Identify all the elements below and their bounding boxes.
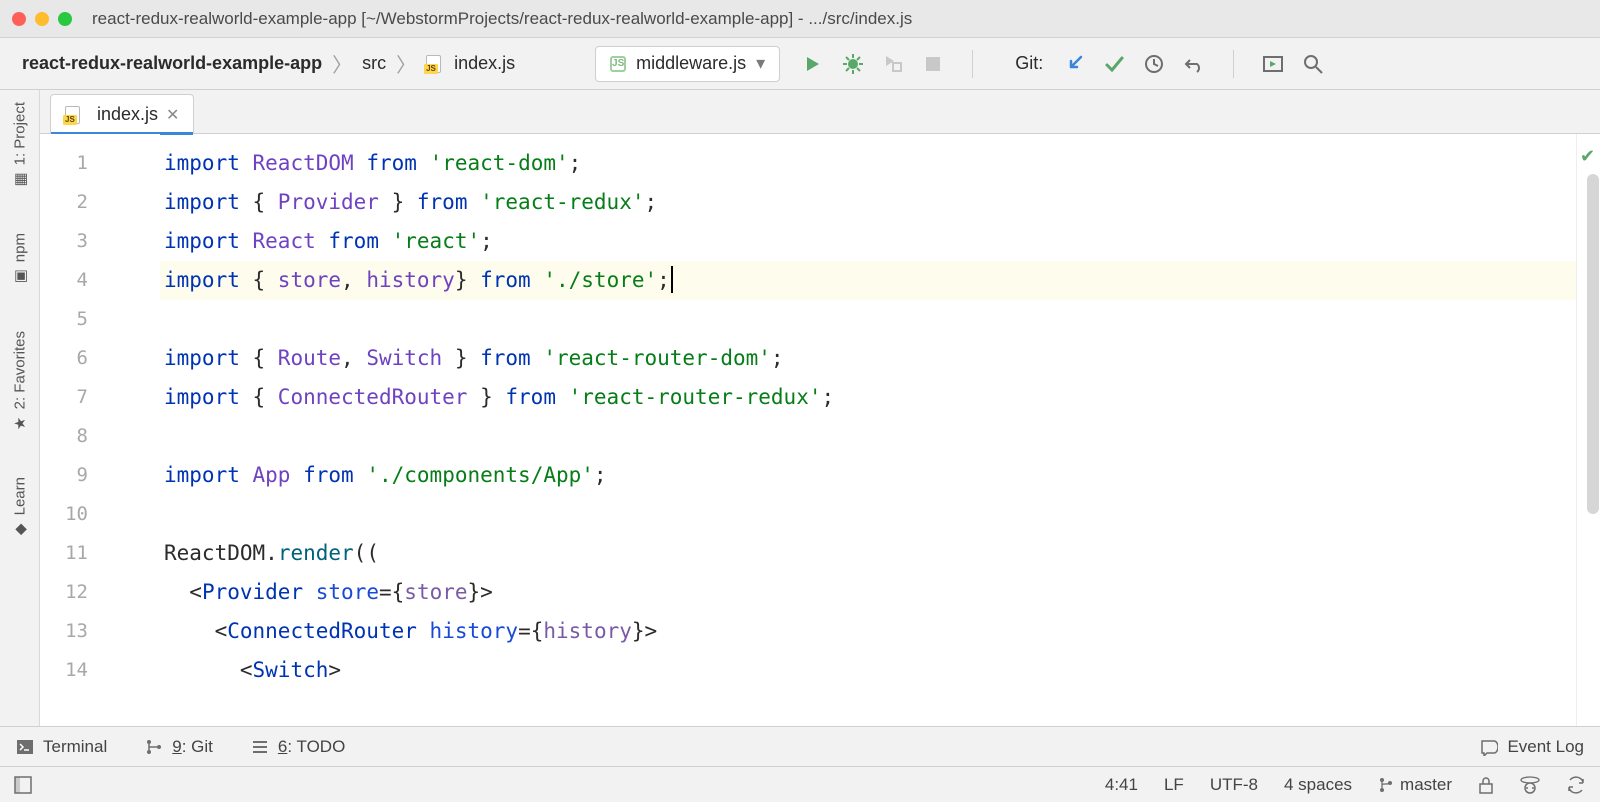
favorites-tool-button[interactable]: ★2: Favorites (11, 331, 29, 433)
nodejs-icon: JS (610, 56, 626, 72)
line-number[interactable]: 6 (40, 339, 160, 378)
git-branch-icon (145, 738, 163, 756)
close-window-button[interactable] (12, 12, 26, 26)
npm-tool-button[interactable]: ▣npm (11, 233, 29, 286)
event-log-icon (1480, 738, 1498, 756)
toolbar: react-redux-realworld-example-app 〉 src … (0, 38, 1600, 90)
breadcrumb-sep: 〉 (390, 49, 422, 78)
line-number[interactable]: 2 (40, 183, 160, 222)
title-bar: react-redux-realworld-example-app [~/Web… (0, 0, 1600, 38)
chevron-down-icon: ▾ (756, 53, 765, 74)
code-line[interactable] (160, 417, 1576, 456)
indent[interactable]: 4 spaces (1284, 775, 1352, 795)
git-commit-button[interactable] (1103, 53, 1125, 75)
editor-error-stripe[interactable]: ✔ (1576, 134, 1600, 726)
line-number[interactable]: 1 (40, 144, 160, 183)
line-number[interactable]: 14 (40, 651, 160, 690)
git-tool-button[interactable]: 9: Git (145, 737, 213, 757)
folder-icon: ▦ (11, 171, 29, 189)
code-line[interactable]: import { ConnectedRouter } from 'react-r… (160, 378, 1576, 417)
code-line[interactable]: import { store, history} from './store'; (160, 261, 1576, 300)
inspector-icon[interactable] (1520, 776, 1540, 794)
breadcrumb-file[interactable]: index.js (454, 53, 515, 74)
star-icon: ★ (11, 415, 29, 433)
learn-tool-button[interactable]: ◆Learn (11, 477, 29, 539)
js-file-icon: JS (65, 106, 85, 124)
line-number[interactable]: 12 (40, 573, 160, 612)
bottom-tool-strip: Terminal 9: Git 6: TODO Event Log (0, 726, 1600, 766)
scrollbar-thumb[interactable] (1587, 174, 1599, 514)
minimize-window-button[interactable] (35, 12, 49, 26)
git-branch-status[interactable]: master (1378, 775, 1452, 795)
stop-button (922, 53, 944, 75)
line-number[interactable]: 5 (40, 300, 160, 339)
code-line[interactable]: import { Provider } from 'react-redux'; (160, 183, 1576, 222)
maximize-window-button[interactable] (58, 12, 72, 26)
branch-icon (1378, 777, 1394, 793)
code-line[interactable] (160, 495, 1576, 534)
terminal-tool-button[interactable]: Terminal (16, 737, 107, 757)
line-number[interactable]: 7 (40, 378, 160, 417)
close-tab-button[interactable]: ✕ (166, 105, 179, 125)
code-line[interactable] (160, 300, 1576, 339)
lock-icon[interactable] (1478, 776, 1494, 794)
line-number[interactable]: 13 (40, 612, 160, 651)
git-history-button[interactable] (1143, 53, 1165, 75)
git-label: Git: (1015, 53, 1043, 74)
line-number[interactable]: 4 (40, 261, 160, 300)
sync-icon[interactable] (1566, 776, 1586, 794)
run-config-selector[interactable]: JS middleware.js ▾ (595, 46, 780, 82)
run-config-label: middleware.js (636, 53, 746, 74)
toolbar-divider (972, 50, 973, 78)
breadcrumb-folder[interactable]: src (362, 53, 386, 74)
npm-icon: ▣ (11, 269, 29, 287)
code-line[interactable]: import App from './components/App'; (160, 456, 1576, 495)
caret-position[interactable]: 4:41 (1105, 775, 1138, 795)
code-line[interactable]: <Switch> (160, 651, 1576, 690)
debug-button[interactable] (842, 53, 864, 75)
analysis-ok-icon: ✔ (1580, 146, 1595, 167)
code-editor[interactable]: import ReactDOM from 'react-dom';import … (160, 134, 1576, 726)
line-number[interactable]: 8 (40, 417, 160, 456)
window-controls (12, 12, 72, 26)
todo-tool-button[interactable]: 6: TODO (251, 737, 345, 757)
code-line[interactable]: ReactDOM.render(( (160, 534, 1576, 573)
window-title: react-redux-realworld-example-app [~/Web… (92, 9, 912, 29)
editor-tab-active[interactable]: JS index.js ✕ (50, 94, 194, 134)
learn-icon: ◆ (11, 521, 29, 539)
scrollbar-track[interactable] (1587, 174, 1599, 716)
toolbar-divider (1233, 50, 1234, 78)
line-number[interactable]: 11 (40, 534, 160, 573)
tab-filename: index.js (97, 104, 158, 125)
event-log-button[interactable]: Event Log (1480, 737, 1584, 757)
line-ending[interactable]: LF (1164, 775, 1184, 795)
line-number[interactable]: 9 (40, 456, 160, 495)
git-pull-button[interactable] (1063, 53, 1085, 75)
breadcrumb-project[interactable]: react-redux-realworld-example-app (22, 53, 322, 74)
js-file-icon: JS (426, 55, 446, 73)
run-button[interactable] (802, 53, 824, 75)
todo-icon (251, 738, 269, 756)
tool-windows-toggle[interactable] (14, 776, 32, 794)
status-bar: 4:41 LF UTF-8 4 spaces master (0, 766, 1600, 802)
left-tool-strip: ▦1: Project ▣npm ★2: Favorites ◆Learn (0, 90, 40, 726)
line-number-gutter[interactable]: 1234567891011121314 (40, 134, 160, 726)
code-line[interactable]: <ConnectedRouter history={history}> (160, 612, 1576, 651)
editor-area[interactable]: 1234567891011121314 import ReactDOM from… (40, 134, 1600, 726)
coverage-button[interactable] (882, 53, 904, 75)
terminal-icon (16, 738, 34, 756)
search-button[interactable] (1302, 53, 1324, 75)
file-encoding[interactable]: UTF-8 (1210, 775, 1258, 795)
editor-tabs: JS index.js ✕ (40, 90, 1600, 134)
code-line[interactable]: import React from 'react'; (160, 222, 1576, 261)
breadcrumb-sep: 〉 (326, 49, 358, 78)
line-number[interactable]: 10 (40, 495, 160, 534)
line-number[interactable]: 3 (40, 222, 160, 261)
code-line[interactable]: import { Route, Switch } from 'react-rou… (160, 339, 1576, 378)
run-target-button[interactable] (1262, 53, 1284, 75)
code-line[interactable]: <Provider store={store}> (160, 573, 1576, 612)
project-tool-button[interactable]: ▦1: Project (11, 102, 29, 189)
git-rollback-button[interactable] (1183, 53, 1205, 75)
code-line[interactable]: import ReactDOM from 'react-dom'; (160, 144, 1576, 183)
